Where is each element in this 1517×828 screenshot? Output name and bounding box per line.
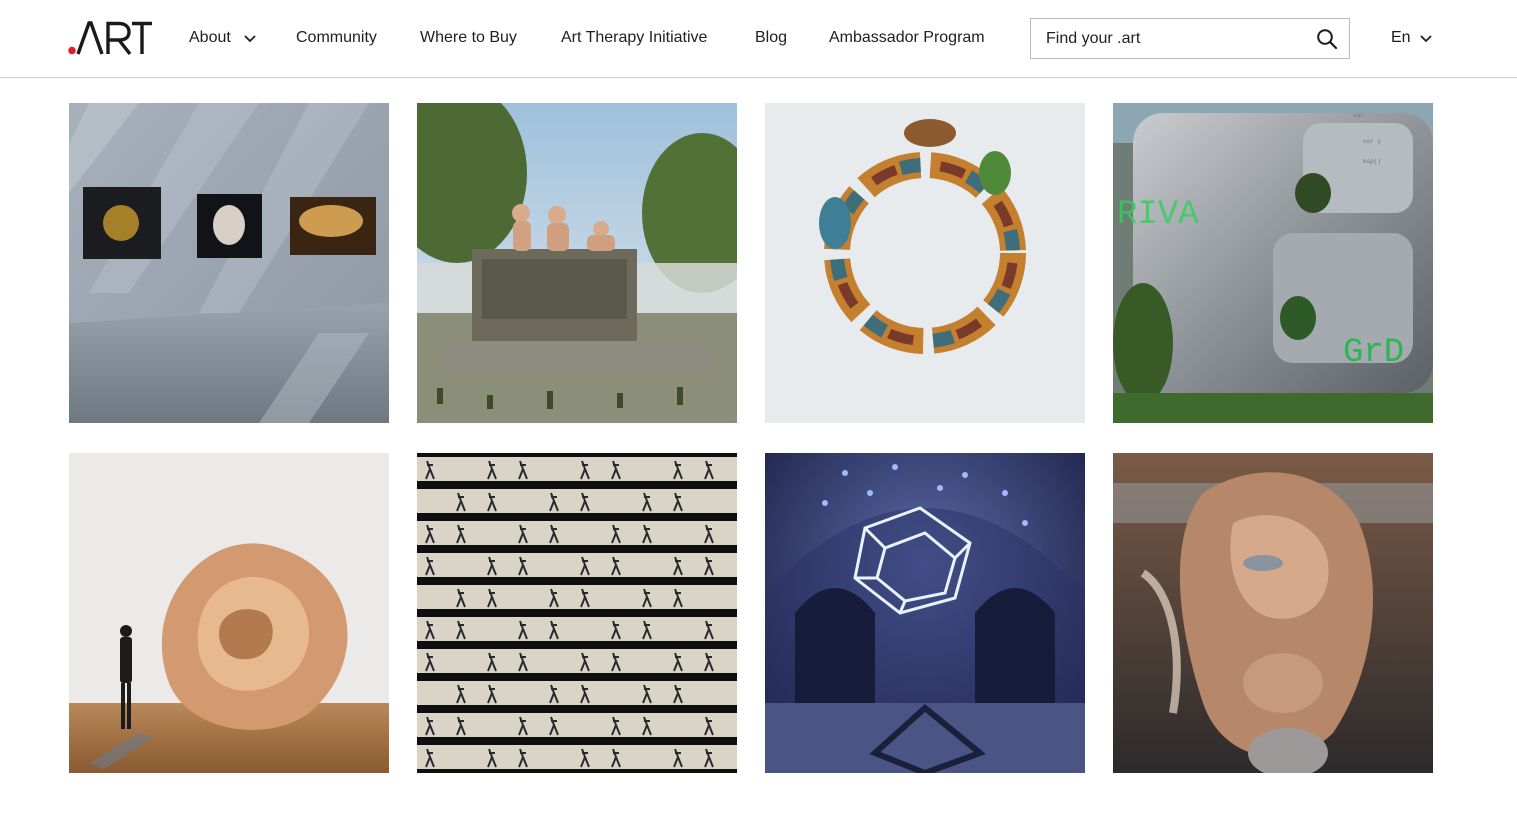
artwork-image (69, 103, 389, 423)
nav-art-therapy-label: Art Therapy Initiative (561, 29, 708, 46)
nav-about-label: About (189, 29, 231, 46)
artwork-image: RIVA GrD var var y map() (1113, 103, 1433, 423)
artwork-image (69, 453, 389, 773)
artwork-image (1113, 453, 1433, 773)
chevron-down-icon[interactable] (1419, 34, 1433, 44)
gallery-tile-1[interactable] (69, 103, 389, 423)
gallery-tile-6[interactable] (417, 453, 737, 773)
nav-where-to-buy[interactable]: Where to Buy (420, 27, 517, 49)
nav-where-to-buy-label: Where to Buy (420, 29, 517, 46)
nav-blog-label: Blog (755, 29, 788, 46)
nav-ambassador-label: Ambassador Program (829, 29, 985, 46)
search-input[interactable] (1046, 28, 1306, 50)
site-header: About Community Where to Buy Art Therapy… (0, 0, 1517, 78)
gallery-tile-7[interactable] (765, 453, 1085, 773)
gallery-tile-5[interactable] (69, 453, 389, 773)
gallery-tile-2[interactable] (417, 103, 737, 423)
nav-about[interactable]: About (189, 27, 231, 49)
artwork-image (765, 103, 1085, 423)
nav-community-label: Community (296, 29, 377, 46)
artwork-image (417, 103, 737, 423)
nav-community[interactable]: Community (296, 27, 377, 49)
art-logo[interactable] (68, 20, 152, 56)
search-icon[interactable] (1316, 28, 1338, 50)
svg-text:var: var (1353, 112, 1364, 119)
artwork-image (417, 453, 737, 773)
gallery-tile-8[interactable] (1113, 453, 1433, 773)
nav-blog[interactable]: Blog (755, 27, 787, 49)
nav-ambassador-program[interactable]: Ambassador Program (829, 27, 985, 49)
gallery-tile-3[interactable] (765, 103, 1085, 423)
svg-text:RIVA: RIVA (1117, 196, 1199, 234)
artwork-image (765, 453, 1085, 773)
language-label: En (1391, 29, 1411, 46)
nav-art-therapy-initiative[interactable]: Art Therapy Initiative (561, 27, 707, 49)
svg-text:var y: var y (1363, 138, 1381, 145)
svg-text:map(): map() (1363, 158, 1381, 165)
search-box (1030, 18, 1350, 59)
gallery-tile-4[interactable]: RIVA GrD var var y map() (1113, 103, 1433, 423)
chevron-down-icon[interactable] (243, 34, 257, 44)
svg-text:GrD: GrD (1343, 334, 1404, 372)
language-selector[interactable]: En (1391, 27, 1411, 49)
